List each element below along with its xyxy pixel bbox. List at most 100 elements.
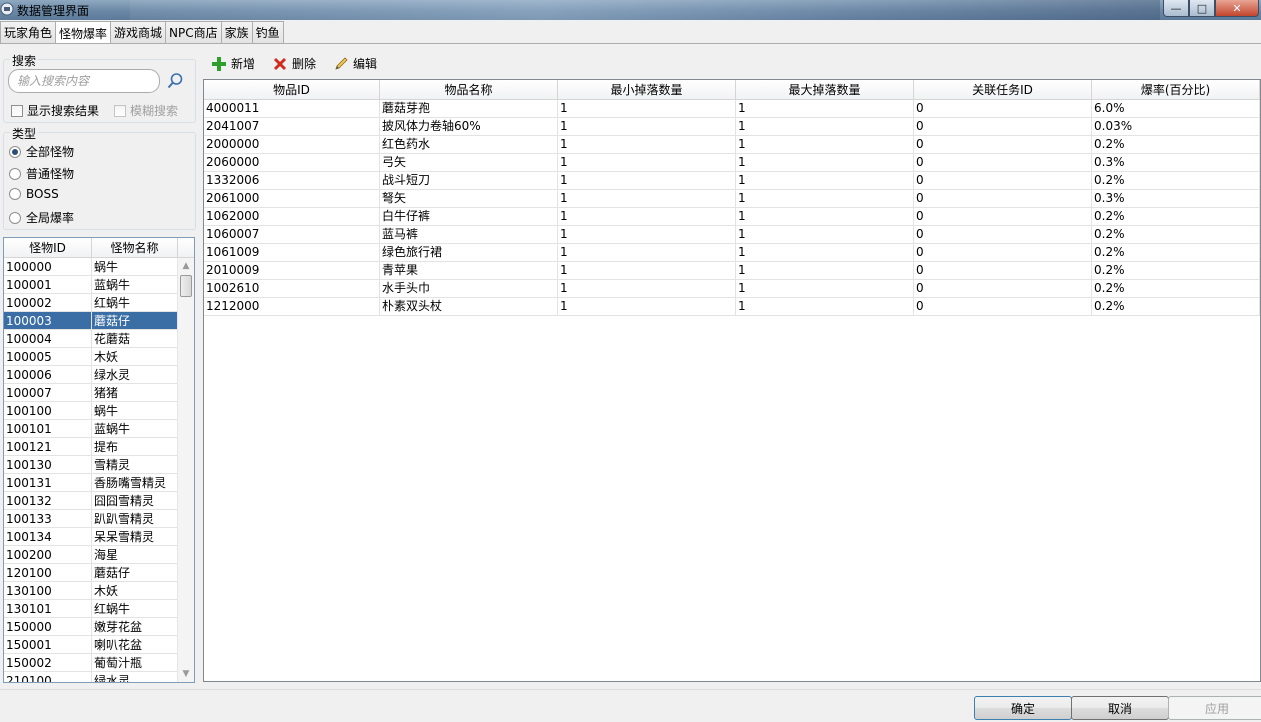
- column-header-min-drop[interactable]: 最小掉落数量: [558, 80, 736, 100]
- column-header-drop-rate[interactable]: 爆率(百分比): [1092, 80, 1260, 100]
- radio-normal-monsters-circle[interactable]: [9, 167, 21, 180]
- tab-player-roles[interactable]: 玩家角色: [0, 21, 57, 43]
- radio-all-monsters[interactable]: 全部怪物: [9, 143, 74, 160]
- column-header-quest-id[interactable]: 关联任务ID: [914, 80, 1092, 100]
- drop-table-row[interactable]: 1060007 蓝马裤 1 1 0 0.2%: [204, 226, 1260, 244]
- search-icon[interactable]: [166, 72, 184, 90]
- monster-list-row[interactable]: 100130 雪精灵: [4, 456, 194, 474]
- drop-table-row[interactable]: 1002610 水手头巾 1 1 0 0.2%: [204, 280, 1260, 298]
- monster-list-row[interactable]: 100007 猪猪: [4, 384, 194, 402]
- cancel-button[interactable]: 取消: [1071, 696, 1169, 720]
- radio-boss[interactable]: BOSS: [9, 187, 59, 201]
- monster-name-cell: 蓝蜗牛: [92, 420, 178, 438]
- monster-list-row[interactable]: 100003 蘑菇仔: [4, 312, 194, 330]
- min-drop-cell: 1: [558, 208, 736, 226]
- monster-list-row[interactable]: 100100 蜗牛: [4, 402, 194, 420]
- tab-npc-shop[interactable]: NPC商店: [165, 21, 222, 43]
- column-header-item-name[interactable]: 物品名称: [380, 80, 558, 100]
- item-name-cell: 绿色旅行裙: [380, 244, 558, 262]
- monster-list-row[interactable]: 130100 木妖: [4, 582, 194, 600]
- drop-table-row[interactable]: 1062000 白牛仔裤 1 1 0 0.2%: [204, 208, 1260, 226]
- monster-id-cell: 150001: [4, 636, 92, 654]
- drop-table-row[interactable]: 1332006 战斗短刀 1 1 0 0.2%: [204, 172, 1260, 190]
- monster-list-rows: 100000 蜗牛 100001 蓝蜗牛 100002 红蜗牛 100003 蘑菇仔 10000…: [4, 258, 194, 682]
- drop-table-row[interactable]: 2010009 青苹果 1 1 0 0.2%: [204, 262, 1260, 280]
- tab-monster-drops[interactable]: 怪物爆率: [55, 21, 112, 44]
- column-header-monster-name[interactable]: 怪物名称: [92, 238, 178, 258]
- item-id-cell: 2061000: [204, 190, 380, 208]
- monster-list-row[interactable]: 100001 蓝蜗牛: [4, 276, 194, 294]
- monster-list-row[interactable]: 150002 葡萄汁瓶: [4, 654, 194, 672]
- close-button[interactable]: ✕: [1215, 0, 1259, 17]
- search-field[interactable]: [8, 69, 160, 93]
- show-search-results-checkbox[interactable]: 显示搜索结果: [11, 102, 99, 119]
- add-button[interactable]: 新增: [212, 55, 255, 72]
- tab-family[interactable]: 家族: [220, 21, 253, 43]
- apply-button[interactable]: 应用: [1168, 696, 1261, 720]
- monster-list-row[interactable]: 100121 提布: [4, 438, 194, 456]
- monster-list-row[interactable]: 100004 花蘑菇: [4, 330, 194, 348]
- scroll-up-arrow-icon[interactable]: ▲: [178, 258, 194, 274]
- monster-name-cell: 花蘑菇: [92, 330, 178, 348]
- tab-fishing[interactable]: 钓鱼: [251, 21, 284, 43]
- monster-list-row[interactable]: 100000 蜗牛: [4, 258, 194, 276]
- radio-global-drop-circle[interactable]: [9, 211, 21, 224]
- monster-list-row[interactable]: 120100 蘑菇仔: [4, 564, 194, 582]
- radio-all-monsters-circle[interactable]: [9, 145, 21, 158]
- monster-name-cell: 蜗牛: [92, 258, 178, 276]
- delete-button-label: 删除: [292, 57, 317, 71]
- monster-list-row[interactable]: 100005 木妖: [4, 348, 194, 366]
- scroll-down-arrow-icon[interactable]: ▼: [178, 666, 194, 682]
- drop-table-row[interactable]: 2061000 弩矢 1 1 0 0.3%: [204, 190, 1260, 208]
- scroll-thumb[interactable]: [180, 275, 192, 297]
- ok-button[interactable]: 确定: [974, 696, 1072, 720]
- monster-name-cell: 趴趴雪精灵: [92, 510, 178, 528]
- drop-rate-cell: 0.03%: [1092, 118, 1260, 136]
- monster-list-row[interactable]: 130101 红蜗牛: [4, 600, 194, 618]
- monster-list[interactable]: 怪物ID 怪物名称 100000 蜗牛 100001 蓝蜗牛 100002 红蜗牛 1000…: [3, 237, 195, 683]
- monster-list-row[interactable]: 100002 红蜗牛: [4, 294, 194, 312]
- drop-table-row[interactable]: 1061009 绿色旅行裙 1 1 0 0.2%: [204, 244, 1260, 262]
- monster-id-cell: 100007: [4, 384, 92, 402]
- monster-list-row[interactable]: 100132 囧囧雪精灵: [4, 492, 194, 510]
- drop-table-row[interactable]: 4000011 蘑菇芽孢 1 1 0 6.0%: [204, 100, 1260, 118]
- radio-boss-circle[interactable]: [9, 188, 21, 200]
- radio-global-drop[interactable]: 全局爆率: [9, 209, 74, 226]
- column-header-max-drop[interactable]: 最大掉落数量: [736, 80, 914, 100]
- drop-table-header: 物品ID 物品名称 最小掉落数量 最大掉落数量 关联任务ID 爆率(百分比): [204, 80, 1260, 100]
- show-search-results-box[interactable]: [11, 104, 23, 117]
- radio-normal-monsters[interactable]: 普通怪物: [9, 165, 74, 182]
- drop-table[interactable]: 物品ID 物品名称 最小掉落数量 最大掉落数量 关联任务ID 爆率(百分比) 4…: [203, 79, 1261, 682]
- edit-button[interactable]: 编辑: [334, 55, 377, 72]
- item-name-cell: 蘑菇芽孢: [380, 100, 558, 118]
- monster-list-row[interactable]: 210100 绿水灵: [4, 672, 194, 682]
- tab-game-mall[interactable]: 游戏商城: [110, 21, 167, 43]
- drop-table-row[interactable]: 2060000 弓矢 1 1 0 0.3%: [204, 154, 1260, 172]
- item-id-cell: 4000011: [204, 100, 380, 118]
- monster-name-cell: 海星: [92, 546, 178, 564]
- monster-id-cell: 100130: [4, 456, 92, 474]
- delete-button[interactable]: 删除: [273, 55, 316, 72]
- monster-list-row[interactable]: 100134 呆呆雪精灵: [4, 528, 194, 546]
- monster-list-scrollbar[interactable]: ▲ ▼: [177, 258, 194, 682]
- monster-name-cell: 红蜗牛: [92, 600, 178, 618]
- drop-table-row[interactable]: 1212000 朴素双头杖 1 1 0 0.2%: [204, 298, 1260, 316]
- monster-list-row[interactable]: 150001 喇叭花盆: [4, 636, 194, 654]
- monster-name-cell: 猪猪: [92, 384, 178, 402]
- drop-table-row[interactable]: 2041007 披风体力卷轴60% 1 1 0 0.03%: [204, 118, 1260, 136]
- monster-list-row[interactable]: 100006 绿水灵: [4, 366, 194, 384]
- monster-list-row[interactable]: 100200 海星: [4, 546, 194, 564]
- fuzzy-search-checkbox[interactable]: 模糊搜索: [114, 102, 178, 119]
- drop-table-row[interactable]: 2000000 红色药水 1 1 0 0.2%: [204, 136, 1260, 154]
- monster-list-row[interactable]: 100133 趴趴雪精灵: [4, 510, 194, 528]
- monster-list-row[interactable]: 100131 香肠嘴雪精灵: [4, 474, 194, 492]
- minimize-button[interactable]: —: [1163, 0, 1189, 17]
- column-header-monster-id[interactable]: 怪物ID: [4, 238, 92, 258]
- monster-list-row[interactable]: 100101 蓝蜗牛: [4, 420, 194, 438]
- fuzzy-search-box[interactable]: [114, 104, 126, 117]
- search-input[interactable]: [17, 70, 157, 92]
- maximize-button[interactable]: □: [1189, 0, 1215, 17]
- monster-id-cell: 100133: [4, 510, 92, 528]
- monster-list-row[interactable]: 150000 嫩芽花盆: [4, 618, 194, 636]
- column-header-item-id[interactable]: 物品ID: [204, 80, 380, 100]
